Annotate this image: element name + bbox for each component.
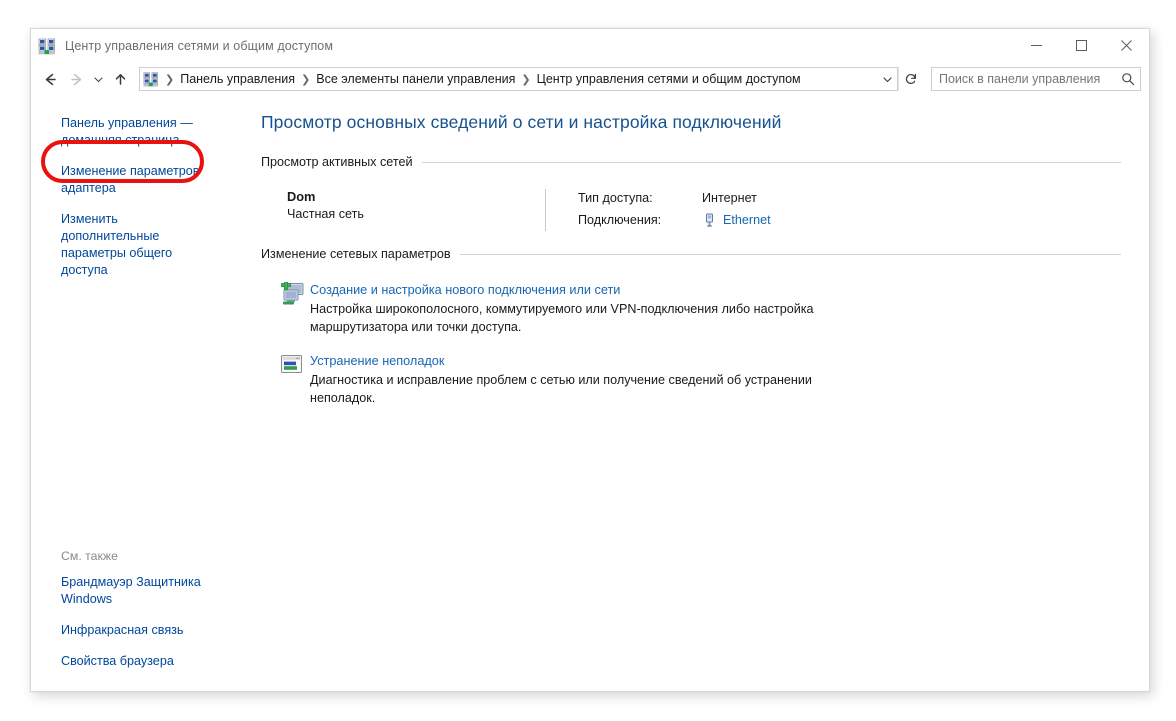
section-divider-line [421,161,1121,163]
sidebar-item-label: Инфракрасная связь [61,623,184,637]
detail-row-access-type: Тип доступа: Интернет [578,189,1121,207]
ethernet-icon [702,213,717,228]
up-arrow-icon[interactable] [107,66,133,92]
title-bar: Центр управления сетями и общим доступом [31,29,1149,62]
task-troubleshoot: Устранение неполадок Диагностика и испра… [261,352,1121,407]
sidebar-item-label: Изменение параметров адаптера [61,164,200,195]
section-label: Просмотр активных сетей [261,155,413,169]
screen: Центр управления сетями и общим доступом [0,0,1176,721]
new-connection-icon [261,280,305,336]
sidebar-item-windows-defender-firewall[interactable]: Брандмауэр Защитника Windows [31,567,226,615]
forward-arrow-icon [63,66,89,92]
window-body: Панель управления — домашняя страница Из… [31,96,1149,691]
sidebar-item-label: Изменить дополнительные параметры общего… [61,212,173,277]
sidebar-item-control-panel-home[interactable]: Панель управления — домашняя страница [31,108,226,156]
task-body: Устранение неполадок Диагностика и испра… [305,352,1121,407]
network-details: Тип доступа: Интернет Подключения: Ether… [546,189,1121,237]
detail-key: Тип доступа: [578,191,653,205]
sidebar-item-label: Панель управления — домашняя страница [61,116,193,147]
network-identity: Dom Частная сеть [261,189,545,237]
sidebar-item-infrared[interactable]: Инфракрасная связь [31,615,226,646]
control-panel-window: Центр управления сетями и общим доступом [30,28,1150,692]
breadcrumb-separator: ❯ [521,73,531,86]
see-also-section: См. также Брандмауэр Защитника Windows И… [31,549,239,677]
detail-value-wrap: Ethernet [702,213,771,228]
detail-row-connections: Подключения: Ethernet [578,211,1121,229]
task-link-new-connection[interactable]: Создание и настройка нового подключения … [310,283,620,297]
task-description: Диагностика и исправление проблем с сеть… [310,373,812,405]
search-box[interactable] [931,67,1141,91]
sidebar-item-internet-options[interactable]: Свойства браузера [31,646,226,677]
sidebar-item-change-adapter-settings[interactable]: Изменение параметров адаптера [31,156,226,204]
section-header-active-networks: Просмотр активных сетей [261,155,1121,169]
window-title: Центр управления сетями и общим доступом [65,38,334,53]
recent-locations-chevron-down-icon[interactable] [89,66,107,92]
minimize-button[interactable] [1014,29,1059,62]
window-controls [1014,29,1149,62]
sidebar-item-label: Свойства браузера [61,654,174,668]
search-input[interactable] [932,72,1116,86]
section-label: Изменение сетевых параметров [261,247,451,261]
address-bar: ❯ Панель управления ❯ Все элементы панел… [31,62,1149,96]
back-arrow-icon[interactable] [37,66,63,92]
breadcrumb-item-all-items[interactable]: Все элементы панели управления [313,72,518,86]
detail-value: Интернет [702,191,757,205]
active-network-entry: Dom Частная сеть Тип доступа: Интернет П… [261,173,1121,247]
task-new-connection: Создание и настройка нового подключения … [261,280,1121,336]
breadcrumb-chevron-down-icon[interactable] [877,68,897,90]
see-also-title: См. также [61,549,118,563]
search-icon[interactable] [1116,68,1140,90]
ethernet-link[interactable]: Ethernet [723,213,771,227]
network-name: Dom [287,189,316,204]
breadcrumb-separator: ❯ [301,73,311,86]
breadcrumb-network-icon [143,71,159,87]
section-header-change-settings: Изменение сетевых параметров [261,247,1121,261]
breadcrumb-item-network-center[interactable]: Центр управления сетями и общим доступом [534,72,804,86]
section-divider-line [459,253,1121,255]
task-list: Создание и настройка нового подключения … [261,265,1121,407]
refresh-icon[interactable] [898,67,922,91]
task-link-troubleshoot[interactable]: Устранение неполадок [310,354,444,368]
troubleshoot-icon [261,352,305,407]
sidebar-item-label: Брандмауэр Защитника Windows [61,575,201,606]
sidebar-item-advanced-sharing-settings[interactable]: Изменить дополнительные параметры общего… [31,204,226,286]
navigation-pane: Панель управления — домашняя страница Из… [31,96,239,691]
maximize-button[interactable] [1059,29,1104,62]
breadcrumb-separator: ❯ [165,73,175,86]
network-type: Частная сеть [287,207,364,221]
close-button[interactable] [1104,29,1149,62]
content-pane: Просмотр основных сведений о сети и наст… [239,96,1149,691]
detail-key: Подключения: [578,213,662,227]
task-description: Настройка широкополосного, коммутируемог… [310,302,814,334]
task-body: Создание и настройка нового подключения … [305,281,1121,336]
page-title: Просмотр основных сведений о сети и наст… [261,112,782,132]
breadcrumb[interactable]: ❯ Панель управления ❯ Все элементы панел… [139,67,898,91]
network-icon [38,37,56,55]
breadcrumb-item-control-panel[interactable]: Панель управления [177,72,298,86]
